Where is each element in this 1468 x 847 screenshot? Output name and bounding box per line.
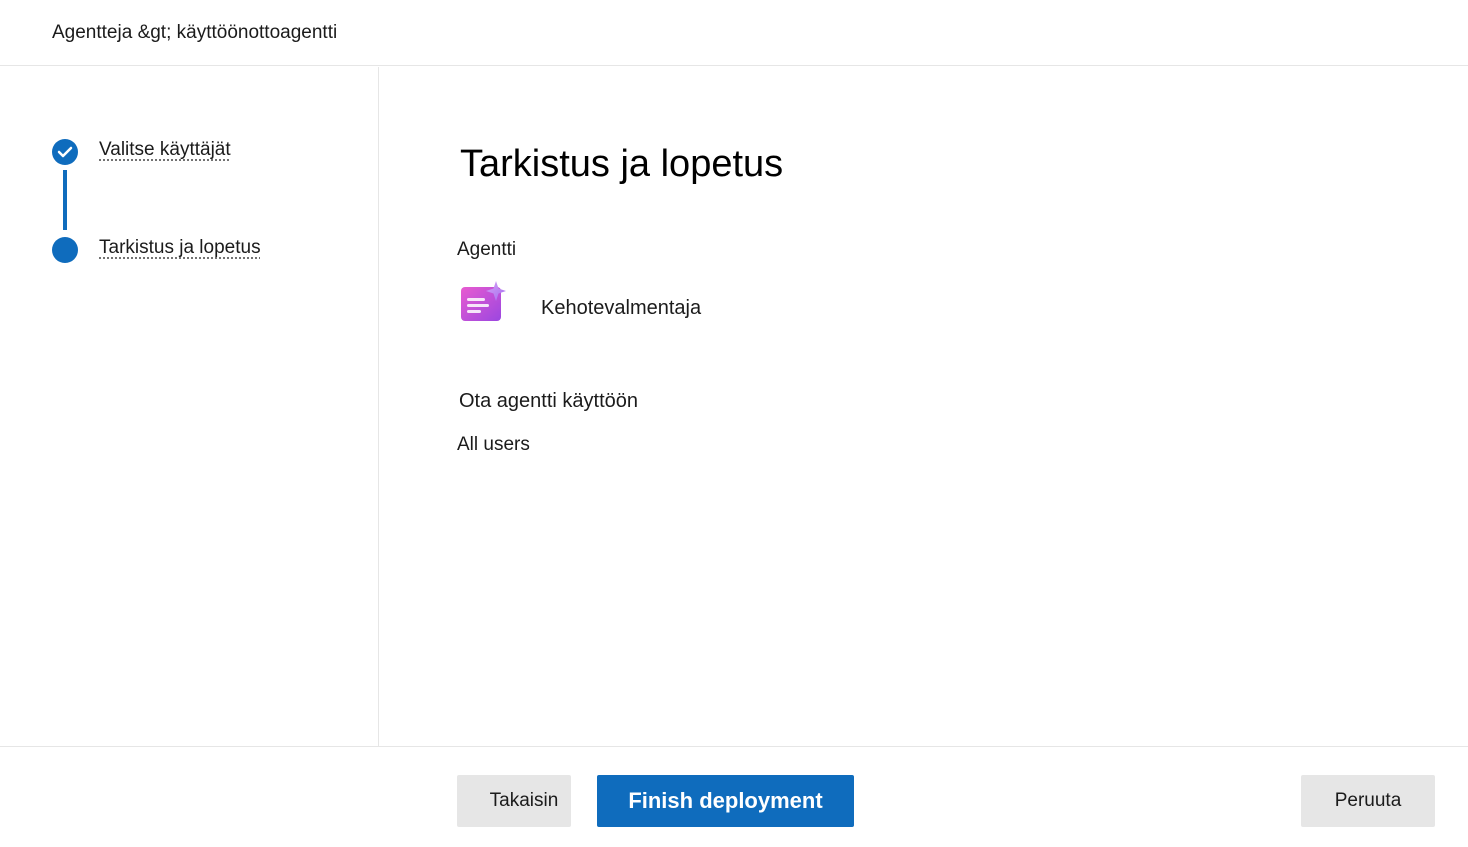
deploy-section-label: Ota agentti käyttöön [459, 390, 639, 412]
wizard-steps-sidebar: Valitse käyttäjät Tarkistus ja lopetus [0, 67, 379, 746]
finish-deployment-button[interactable]: Finish deployment [597, 775, 854, 827]
page-title: Tarkistus ja lopetus [460, 143, 784, 185]
agent-section-label: Agentti [457, 239, 517, 260]
step-completed-check-icon [52, 139, 78, 165]
step-label-review-finish[interactable]: Tarkistus ja lopetus [99, 237, 261, 259]
step-current-dot-icon [52, 237, 78, 263]
breadcrumb: Agentteja &gt; käyttöönottoagentti [52, 22, 338, 43]
page-header: Agentteja &gt; käyttöönottoagentti [0, 0, 1468, 66]
back-button[interactable]: Takaisin [457, 775, 571, 827]
step-label-select-users[interactable]: Valitse käyttäjät [99, 139, 231, 161]
prompt-coach-icon [459, 281, 507, 327]
agent-name: Kehotevalmentaja [541, 297, 702, 319]
main-content: Tarkistus ja lopetus Agentti Kehotevalme… [380, 67, 1468, 746]
step-connector [63, 170, 67, 230]
footer-actions: Takaisin Finish deployment Peruuta [0, 746, 1468, 847]
cancel-button[interactable]: Peruuta [1301, 775, 1435, 827]
deploy-scope-value: All users [457, 434, 530, 455]
